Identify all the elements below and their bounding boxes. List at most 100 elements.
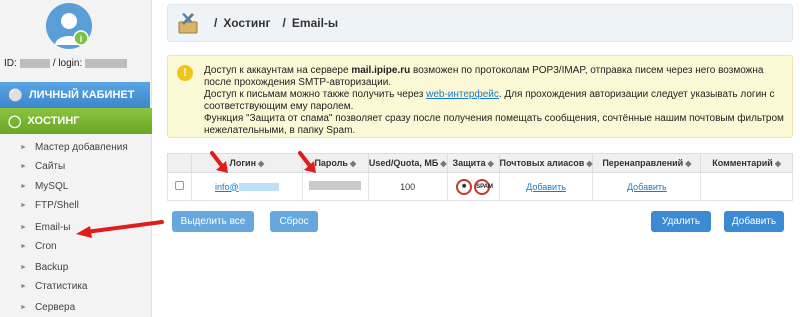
password-cell <box>301 172 369 201</box>
sidebar-item-backup[interactable]: ► Backup <box>0 257 150 277</box>
header-select <box>167 153 192 173</box>
chevron-right-icon: ► <box>20 201 27 209</box>
person-icon: ⚪ <box>8 88 23 102</box>
sidebar-item-stats[interactable]: ► Статистика <box>0 276 150 296</box>
web-interface-link[interactable]: web-интерфейс <box>426 89 499 100</box>
aliases-cell: Добавить <box>498 172 594 201</box>
chevron-right-icon: ► <box>20 282 27 290</box>
breadcrumb-separator: / <box>282 16 286 30</box>
spam-icon[interactable]: SPAM <box>474 178 493 195</box>
info-text: Доступ к аккаунтам на сервере mail.ipipe… <box>204 65 784 137</box>
header-label: Перенаправлений <box>602 158 684 168</box>
quota-cell: 100 <box>367 172 448 201</box>
chevron-right-icon: ► <box>20 242 27 250</box>
table-row: info@ 100 ✸ SPAM Добавить Добавить <box>167 172 793 201</box>
menu-hosting-label: ХОСТИНГ <box>27 115 80 127</box>
sort-icon: ◆ <box>349 159 357 168</box>
tools-icon <box>176 10 202 36</box>
login-label: / login: <box>52 58 83 69</box>
info-notice: ! Доступ к аккаунтам на сервере mail.ipi… <box>167 55 793 138</box>
header-redirects[interactable]: Перенаправлений ◆ <box>592 153 702 173</box>
avatar[interactable]: i <box>46 3 92 49</box>
select-all-button[interactable]: Выделить все <box>172 211 254 232</box>
comment-cell[interactable] <box>700 172 793 201</box>
protection-cell: ✸ SPAM <box>446 172 500 201</box>
add-alias-link[interactable]: Добавить <box>526 182 566 192</box>
login-link[interactable]: info@ <box>215 182 239 192</box>
header-label: Used/Quota, МБ <box>368 158 439 168</box>
header-protection[interactable]: Защита ◆ <box>446 153 500 173</box>
sort-icon: ◆ <box>440 159 447 168</box>
sidebar-item-label: Email-ы <box>34 221 71 233</box>
breadcrumb-separator: / <box>214 16 218 30</box>
sidebar-item-sites[interactable]: ► Сайты <box>0 156 150 176</box>
sort-icon: ◆ <box>685 159 692 168</box>
info-text-part: Функция "Защита от спама" позволяет сраз… <box>204 113 784 136</box>
sidebar-item-label: FTP/Shell <box>34 199 79 211</box>
header-label: Почтовых алиасов <box>499 158 585 168</box>
sidebar: i ID: / login: ⚪ ЛИЧНЫЙ КАБИНЕТ ◯ ХОСТИНГ… <box>0 0 152 317</box>
sidebar-item-label: Backup <box>34 261 69 273</box>
redirects-cell: Добавить <box>592 172 702 201</box>
masked-id <box>19 58 50 68</box>
add-redirect-link[interactable]: Добавить <box>627 182 667 192</box>
sidebar-item-wizard[interactable]: ► Мастер добавления <box>0 137 150 157</box>
header-login[interactable]: Логин ◆ <box>190 153 303 173</box>
header-quota[interactable]: Used/Quota, МБ ◆ <box>367 153 448 173</box>
chevron-right-icon: ► <box>20 182 27 190</box>
menu-personal-cabinet-label: ЛИЧНЫЙ КАБИНЕТ <box>28 89 135 101</box>
breadcrumb: / Хостинг / Email-ы <box>167 4 793 42</box>
sidebar-item-label: Статистика <box>34 280 88 292</box>
row-select-cell <box>167 172 192 201</box>
menu-hosting[interactable]: ◯ ХОСТИНГ <box>0 108 152 134</box>
chevron-right-icon: ► <box>20 303 27 311</box>
sidebar-item-emails[interactable]: ► Email-ы <box>0 217 150 237</box>
mail-server-name: mail.ipipe.ru <box>351 65 411 76</box>
chevron-right-icon: ► <box>20 263 27 271</box>
hosting-icon: ◯ <box>8 114 22 128</box>
sidebar-item-label: MySQL <box>34 180 69 192</box>
chevron-right-icon: ► <box>20 143 27 151</box>
header-password[interactable]: Пароль ◆ <box>301 153 369 173</box>
svg-text:i: i <box>80 34 83 44</box>
masked-password <box>309 181 362 190</box>
sidebar-item-cron[interactable]: ► Cron <box>0 236 150 256</box>
sort-icon: ◆ <box>487 159 494 168</box>
sidebar-item-label: Сайты <box>34 160 66 172</box>
info-text-part: Доступ к аккаунтам на сервере <box>204 65 352 76</box>
table-header-row: Логин ◆ Пароль ◆ Used/Quota, МБ ◆ Защита ◆ П… <box>167 153 793 173</box>
row-checkbox[interactable] <box>174 181 184 190</box>
delete-button[interactable]: Удалить <box>651 211 711 232</box>
header-label: Логин <box>229 158 257 168</box>
masked-login <box>85 58 128 68</box>
exclamation-icon: ! <box>177 65 193 81</box>
sidebar-item-mysql[interactable]: ► MySQL <box>0 176 150 196</box>
sidebar-item-label: Cron <box>34 240 57 252</box>
sidebar-item-ftp[interactable]: ► FTP/Shell <box>0 195 150 215</box>
header-aliases[interactable]: Почтовых алиасов ◆ <box>498 153 594 173</box>
account-id-line: ID: / login: <box>4 58 130 69</box>
sort-icon: ◆ <box>258 159 265 168</box>
header-comment[interactable]: Комментарий ◆ <box>700 153 793 173</box>
add-button[interactable]: Добавить <box>724 211 784 232</box>
sidebar-item-servers[interactable]: ► Сервера <box>0 297 150 317</box>
chevron-right-icon: ► <box>20 162 27 170</box>
info-text-part: Доступ к письмам можно также получить че… <box>204 89 427 100</box>
header-label: Пароль <box>314 158 348 168</box>
email-accounts-table: Логин ◆ Пароль ◆ Used/Quota, МБ ◆ Защита ◆ П… <box>167 153 793 201</box>
sidebar-item-label: Мастер добавления <box>34 141 128 153</box>
header-label: Комментарий <box>712 158 773 168</box>
user-avatar-icon: i <box>55 13 89 46</box>
breadcrumb-emails: Email-ы <box>291 16 339 30</box>
id-label: ID: <box>4 58 17 69</box>
sort-icon: ◆ <box>586 159 593 168</box>
virus-icon[interactable]: ✸ <box>456 178 473 195</box>
login-cell: info@ <box>190 172 303 201</box>
sidebar-item-label: Сервера <box>34 301 76 313</box>
masked-domain <box>238 183 279 192</box>
menu-personal-cabinet[interactable]: ⚪ ЛИЧНЫЙ КАБИНЕТ <box>0 82 150 108</box>
chevron-right-icon: ► <box>20 223 27 231</box>
breadcrumb-hosting[interactable]: Хостинг <box>223 16 270 30</box>
header-label: Защита <box>452 158 486 168</box>
reset-button[interactable]: Сброс <box>270 211 318 232</box>
